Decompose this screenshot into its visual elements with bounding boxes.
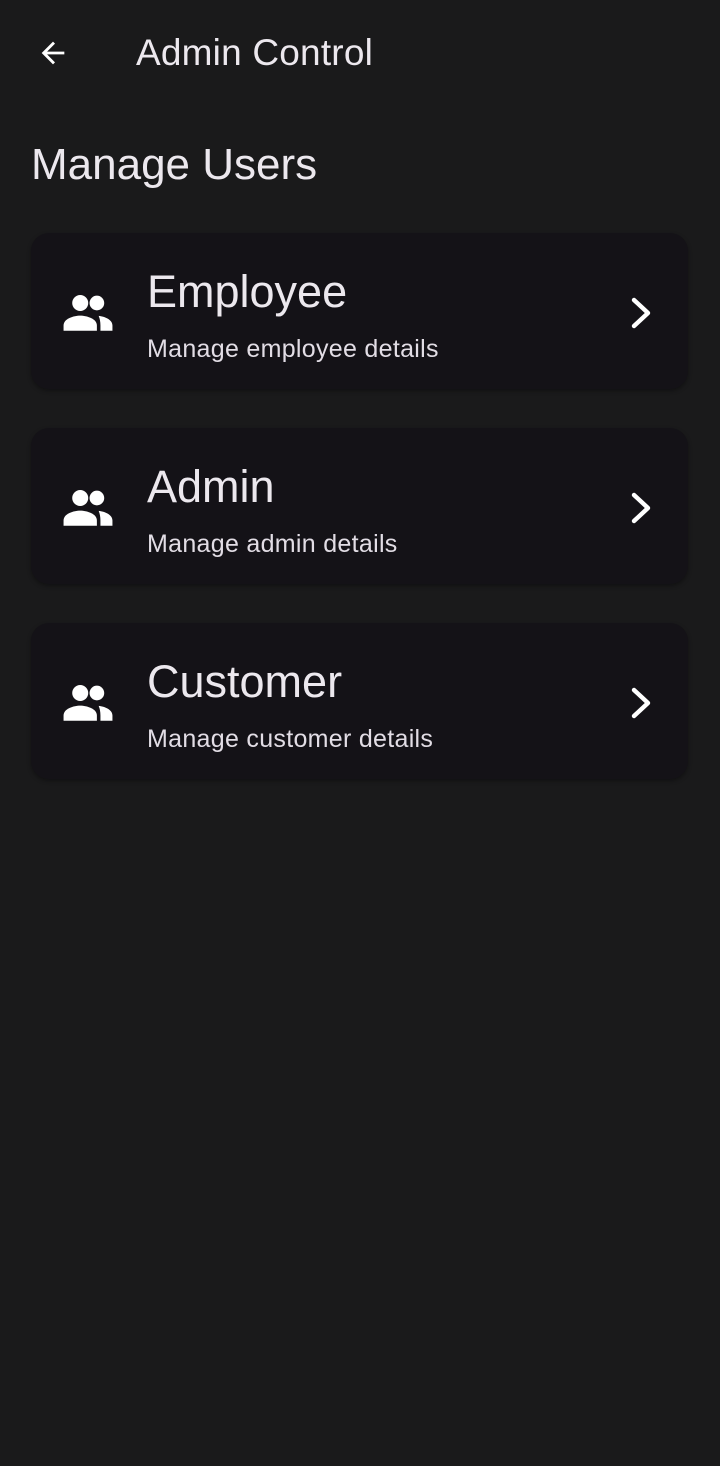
people-icon <box>61 293 115 333</box>
page-title: Admin Control <box>136 32 374 73</box>
card-subtitle: Manage admin details <box>147 530 398 558</box>
card-title: Employee <box>147 266 348 317</box>
top-app-bar: Admin Control <box>0 0 720 106</box>
people-icon <box>61 683 115 723</box>
people-icon <box>61 488 115 528</box>
employee-card[interactable]: Employee Manage employee details <box>31 233 688 389</box>
chevron-right-icon <box>628 492 656 524</box>
arrow-back-icon <box>41 41 65 65</box>
admin-card[interactable]: Admin Manage admin details <box>31 428 688 584</box>
chevron-right-icon <box>628 687 656 719</box>
card-subtitle: Manage employee details <box>147 335 439 363</box>
app-screen: Admin Control Manage Users Employee Mana… <box>0 0 720 1466</box>
section-title: Manage Users <box>31 140 318 189</box>
customer-card[interactable]: Customer Manage customer details <box>31 623 688 779</box>
chevron-right-icon <box>628 297 656 329</box>
back-button[interactable] <box>26 28 80 78</box>
card-title: Admin <box>147 461 275 512</box>
card-title: Customer <box>147 656 343 707</box>
card-subtitle: Manage customer details <box>147 725 434 753</box>
